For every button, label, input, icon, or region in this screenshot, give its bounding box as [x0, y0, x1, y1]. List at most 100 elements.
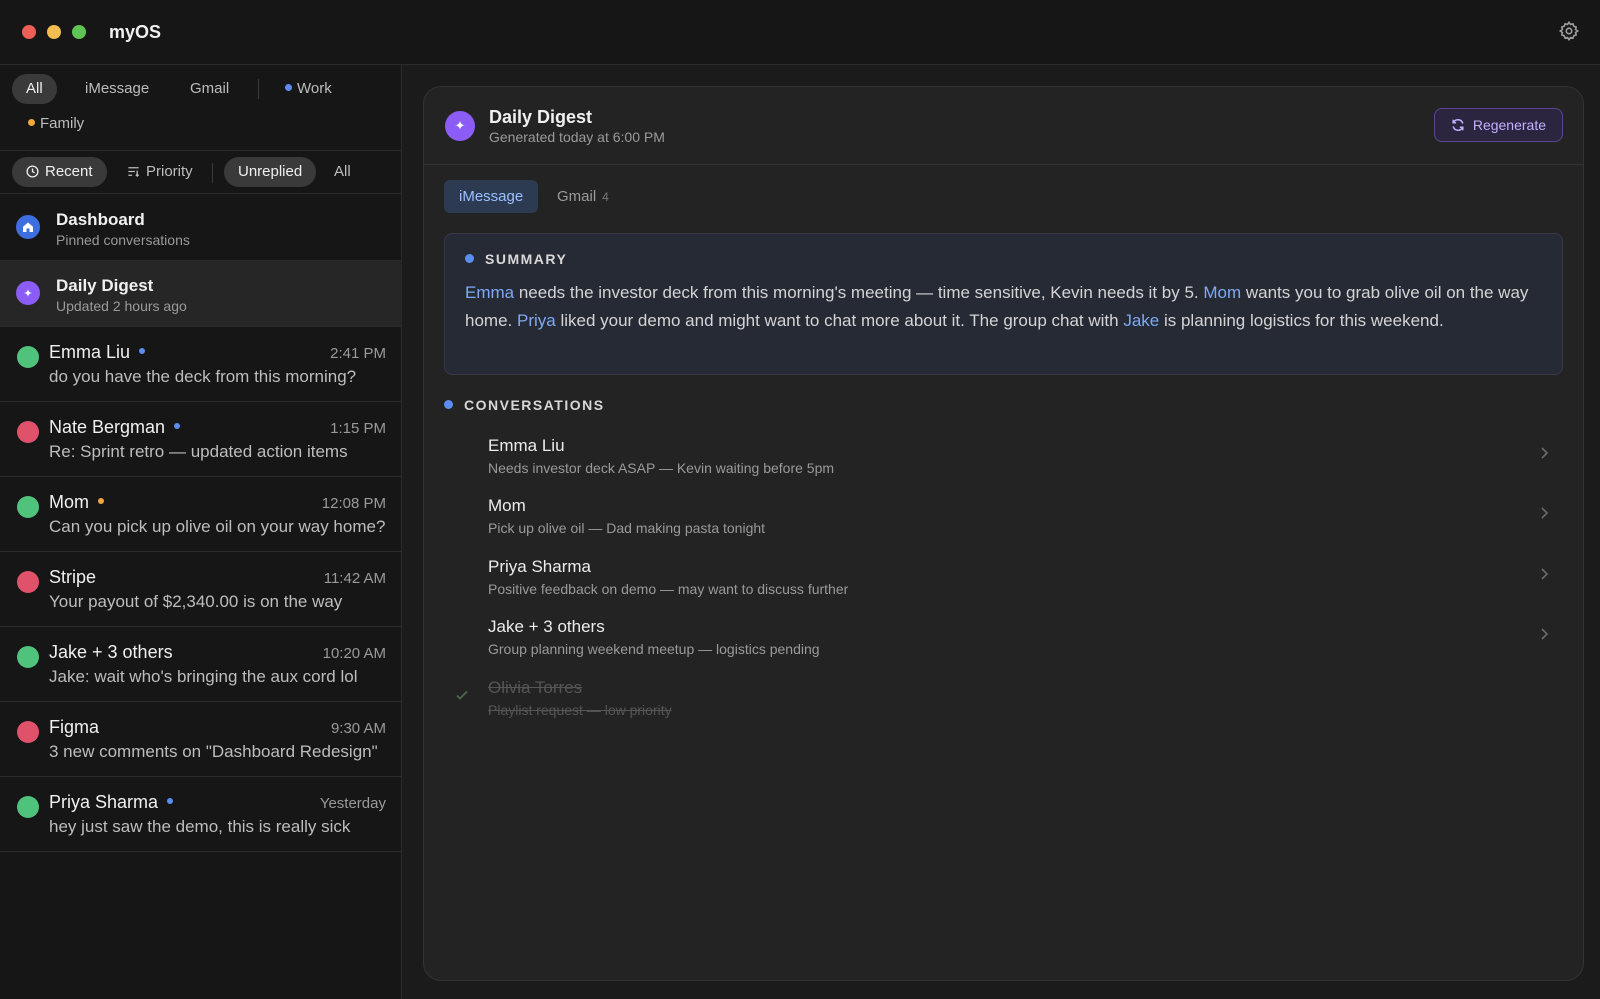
page-subtitle: Generated today at 6:00 PM	[489, 129, 665, 145]
conversation-time: 9:30 AM	[330, 720, 386, 737]
summary-text: Emma needs the investor deck from this m…	[465, 279, 1545, 335]
tab-gmail[interactable]: Gmail 4	[542, 180, 624, 213]
digest-conversation-row[interactable]: Priya Sharma Positive feedback on demo —…	[444, 553, 1563, 613]
contact-link-emma[interactable]: Emma	[465, 283, 514, 302]
conversations-heading: CONVERSATIONS	[444, 397, 605, 413]
summary-segment: is planning logistics for this weekend.	[1159, 311, 1444, 330]
digest-conversation-name: Jake + 3 others	[488, 617, 605, 636]
family-dot-icon	[28, 119, 35, 126]
conversation-name-text: Nate Bergman	[49, 417, 166, 437]
summary-segment: needs the investor deck from this mornin…	[514, 283, 1204, 302]
status-unreplied[interactable]: Unreplied	[224, 157, 317, 187]
conversation-name: Mom	[49, 492, 104, 513]
digest-conversation-row[interactable]: Jake + 3 others Group planning weekend m…	[444, 613, 1563, 673]
summary-heading-text: SUMMARY	[485, 251, 568, 267]
tab-imessage[interactable]: iMessage	[444, 180, 539, 213]
title-bar: myOS	[0, 0, 1600, 65]
divider	[212, 163, 213, 183]
filter-work[interactable]: Work	[271, 74, 346, 104]
refresh-icon	[1452, 119, 1464, 131]
conversation-time: Yesterday	[319, 795, 386, 812]
contact-link-jake[interactable]: Jake	[1123, 311, 1159, 330]
sparkle-icon: ✦	[16, 281, 40, 305]
digest-conversation-desc: Pick up olive oil — Dad making pasta ton…	[488, 520, 766, 536]
conversation-name: Stripe	[49, 567, 97, 587]
conversation-time: 11:42 AM	[323, 570, 386, 587]
work-dot-icon	[285, 84, 292, 91]
conversation-preview: hey just saw the demo, this is really si…	[49, 817, 351, 836]
unread-dot-icon	[167, 798, 174, 804]
filter-all[interactable]: All	[12, 74, 57, 104]
regenerate-button[interactable]: Regenerate	[1433, 108, 1563, 142]
sidebar-item-subtitle: Pinned conversations	[56, 232, 190, 248]
conversation-item[interactable]: Stripe 11:42 AM Your payout of $2,340.00…	[0, 552, 402, 627]
conversation-name: Emma Liu	[49, 342, 146, 363]
tab-gmail-count: 4	[602, 190, 609, 204]
contact-link-priya[interactable]: Priya	[517, 311, 556, 330]
digest-conversation-name: Mom	[488, 496, 526, 515]
source-filter-bar: All iMessage Gmail Work Family	[0, 65, 402, 151]
filter-imessage[interactable]: iMessage	[71, 74, 163, 104]
app-title: myOS	[109, 22, 162, 42]
conversation-preview: 3 new comments on "Dashboard Redesign"	[49, 742, 378, 761]
conversation-name-text: Mom	[49, 492, 89, 512]
conversation-name-text: Emma Liu	[49, 342, 131, 362]
conversation-time: 12:08 PM	[321, 495, 386, 512]
sort-filter-bar: Recent Priority Unreplied All	[0, 151, 402, 194]
conversation-preview: Jake: wait who's bringing the aux cord l…	[49, 667, 358, 686]
bullet-icon	[465, 254, 474, 263]
conversation-item[interactable]: Mom 12:08 PM Can you pick up olive oil o…	[0, 477, 402, 552]
conversation-item[interactable]: Priya Sharma Yesterday hey just saw the …	[0, 777, 402, 852]
conversation-item[interactable]: Emma Liu 2:41 PM do you have the deck fr…	[0, 327, 402, 402]
conversation-item[interactable]: Figma 9:30 AM 3 new comments on "Dashboa…	[0, 702, 402, 777]
sparkle-icon: ✦	[445, 111, 475, 141]
home-icon	[16, 215, 40, 239]
sort-recent-label: Recent	[45, 163, 93, 180]
regenerate-label: Regenerate	[1472, 117, 1546, 133]
sidebar-item-title: Dashboard	[56, 210, 145, 229]
conversation-preview: do you have the deck from this morning?	[49, 367, 357, 386]
digest-conversation-name: Olivia Torres	[488, 678, 583, 697]
status-all[interactable]: All	[320, 157, 365, 187]
sort-recent[interactable]: Recent	[12, 157, 107, 187]
sort-priority-label: Priority	[146, 163, 193, 180]
minimize-window-button[interactable]	[47, 25, 61, 39]
avatar	[17, 796, 39, 818]
conversation-item[interactable]: Jake + 3 others 10:20 AM Jake: wait who'…	[0, 627, 402, 702]
conversation-item[interactable]: Nate Bergman 1:15 PM Re: Sprint retro — …	[0, 402, 402, 477]
filter-gmail[interactable]: Gmail	[176, 74, 243, 104]
sidebar-item-subtitle: Updated 2 hours ago	[56, 298, 187, 314]
conversation-name: Priya Sharma	[49, 792, 174, 813]
sort-priority[interactable]: Priority	[113, 157, 207, 187]
filter-family-label: Family	[40, 115, 85, 132]
chevron-right-icon	[1541, 507, 1549, 519]
digest-conversation-desc: Needs investor deck ASAP — Kevin waiting…	[488, 460, 835, 476]
sidebar-item-daily-digest[interactable]: ✦ Daily Digest Updated 2 hours ago	[0, 261, 402, 327]
contact-link-mom[interactable]: Mom	[1203, 283, 1241, 302]
conversation-name: Nate Bergman	[49, 417, 181, 438]
chevron-right-icon	[1541, 447, 1549, 459]
summary-heading: SUMMARY	[465, 251, 567, 267]
digest-conversation-row[interactable]: Emma Liu Needs investor deck ASAP — Kevi…	[444, 432, 1563, 492]
summary-segment: liked your demo and might want to chat m…	[555, 311, 1124, 330]
digest-conversation-row-done[interactable]: Olivia Torres Playlist request — low pri…	[444, 674, 1563, 734]
conversation-preview: Can you pick up olive oil on your way ho…	[49, 517, 386, 536]
checkmark-icon	[456, 690, 468, 700]
avatar	[17, 421, 39, 443]
zoom-window-button[interactable]	[72, 25, 86, 39]
gear-icon[interactable]	[1558, 20, 1580, 42]
clock-icon	[26, 165, 39, 178]
digest-conversation-row[interactable]: Mom Pick up olive oil — Dad making pasta…	[444, 492, 1563, 552]
sidebar-item-dashboard[interactable]: Dashboard Pinned conversations	[0, 195, 402, 261]
sidebar: All iMessage Gmail Work Family Recent Pr…	[0, 65, 402, 999]
conversations-heading-text: CONVERSATIONS	[464, 397, 605, 413]
unread-dot-icon	[139, 348, 146, 354]
sort-icon	[128, 167, 140, 178]
close-window-button[interactable]	[22, 25, 36, 39]
digest-conversation-desc: Group planning weekend meetup — logistic…	[488, 641, 820, 657]
summary-card: SUMMARY Emma needs the investor deck fro…	[444, 233, 1563, 375]
digest-conversation-desc: Playlist request — low priority	[488, 702, 672, 718]
conversation-name: Jake + 3 others	[49, 642, 173, 662]
filter-family[interactable]: Family	[14, 109, 98, 139]
digest-conversation-name: Emma Liu	[488, 436, 565, 455]
